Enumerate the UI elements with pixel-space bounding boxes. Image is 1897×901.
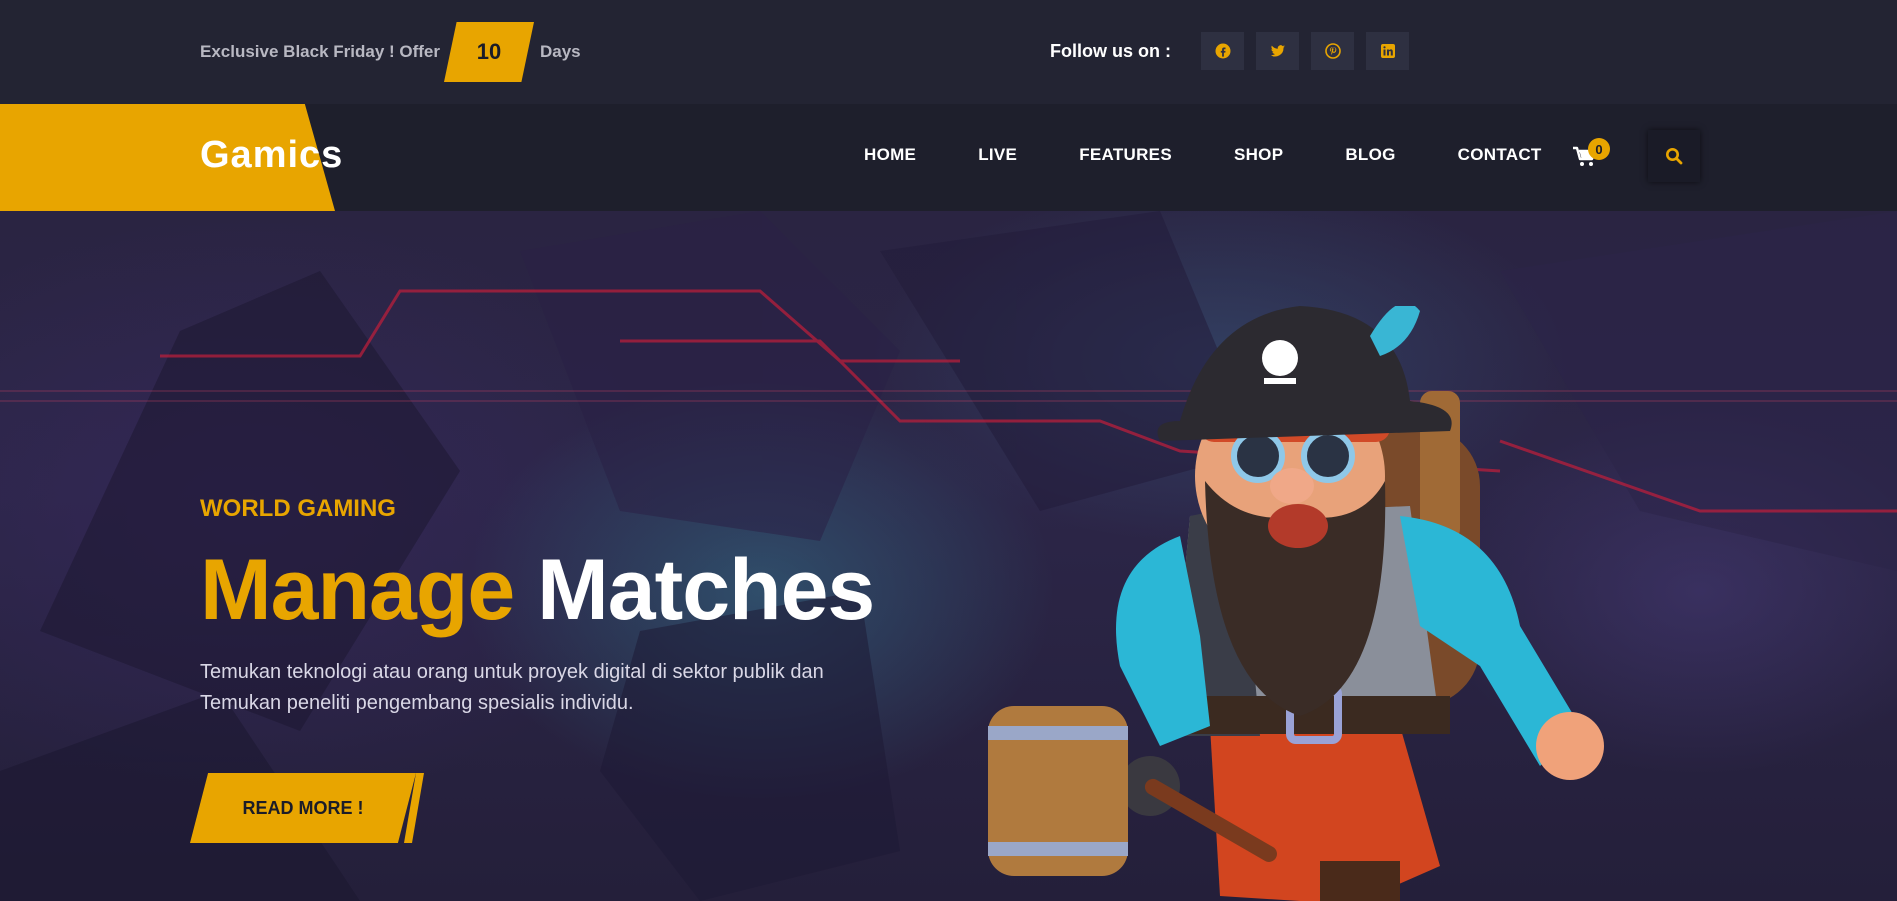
facebook-icon bbox=[1215, 43, 1230, 59]
follow-label: Follow us on : bbox=[1050, 40, 1171, 61]
main-header: Gamics HOME LIVE FEATURES SHOP BLOG CONT… bbox=[0, 104, 1897, 211]
search-icon bbox=[1666, 148, 1683, 165]
hero-description-line-1: Temukan teknologi atau orang untuk proye… bbox=[200, 661, 824, 683]
pinterest-button[interactable] bbox=[1311, 32, 1354, 70]
twitter-button[interactable] bbox=[1256, 32, 1299, 70]
nav-home[interactable]: HOME bbox=[864, 145, 916, 165]
nav-shop[interactable]: SHOP bbox=[1234, 145, 1283, 165]
cart-count-badge: 0 bbox=[1588, 138, 1610, 160]
offer-suffix: Days bbox=[540, 42, 581, 61]
hero-banner: WORLD GAMING Manage Matches Temukan tekn… bbox=[0, 211, 1897, 901]
hero-description-line-2: Temukan peneliti pengembang spesialis in… bbox=[200, 692, 634, 714]
search-button[interactable] bbox=[1648, 130, 1700, 182]
nav-blog[interactable]: BLOG bbox=[1345, 145, 1395, 165]
read-more-button[interactable]: READ MORE ! bbox=[190, 773, 430, 843]
hero-title-rest: Matches bbox=[537, 542, 875, 638]
pinterest-icon bbox=[1324, 43, 1341, 59]
hero-description: Temukan teknologi atau orang untuk proye… bbox=[200, 657, 960, 719]
offer-prefix: Exclusive Black Friday ! Offer bbox=[200, 42, 440, 61]
read-more-label: READ MORE ! bbox=[242, 797, 364, 818]
pirate-character-illustration bbox=[988, 306, 1604, 901]
nav-live[interactable]: LIVE bbox=[978, 145, 1017, 165]
twitter-icon bbox=[1270, 45, 1285, 57]
offer-days-count: 10 bbox=[476, 39, 502, 64]
top-bar: Exclusive Black Friday ! Offer 10 Days F… bbox=[0, 0, 1897, 104]
main-nav: HOME LIVE FEATURES SHOP BLOG CONTACT bbox=[864, 145, 1542, 165]
offer-days-badge: 10 bbox=[444, 22, 534, 82]
hero-kicker: WORLD GAMING bbox=[200, 495, 396, 522]
linkedin-button[interactable] bbox=[1366, 32, 1409, 70]
linkedin-icon bbox=[1380, 44, 1395, 58]
hero-title-highlight: Manage bbox=[200, 542, 515, 638]
hero-title: Manage Matches bbox=[200, 541, 875, 640]
social-follow: Follow us on : bbox=[1050, 32, 1409, 70]
site-logo[interactable]: Gamics bbox=[200, 134, 343, 177]
nav-contact[interactable]: CONTACT bbox=[1458, 145, 1542, 165]
facebook-button[interactable] bbox=[1201, 32, 1244, 70]
promo-offer: Exclusive Black Friday ! Offer 10 Days bbox=[200, 22, 581, 82]
nav-features[interactable]: FEATURES bbox=[1079, 145, 1172, 165]
